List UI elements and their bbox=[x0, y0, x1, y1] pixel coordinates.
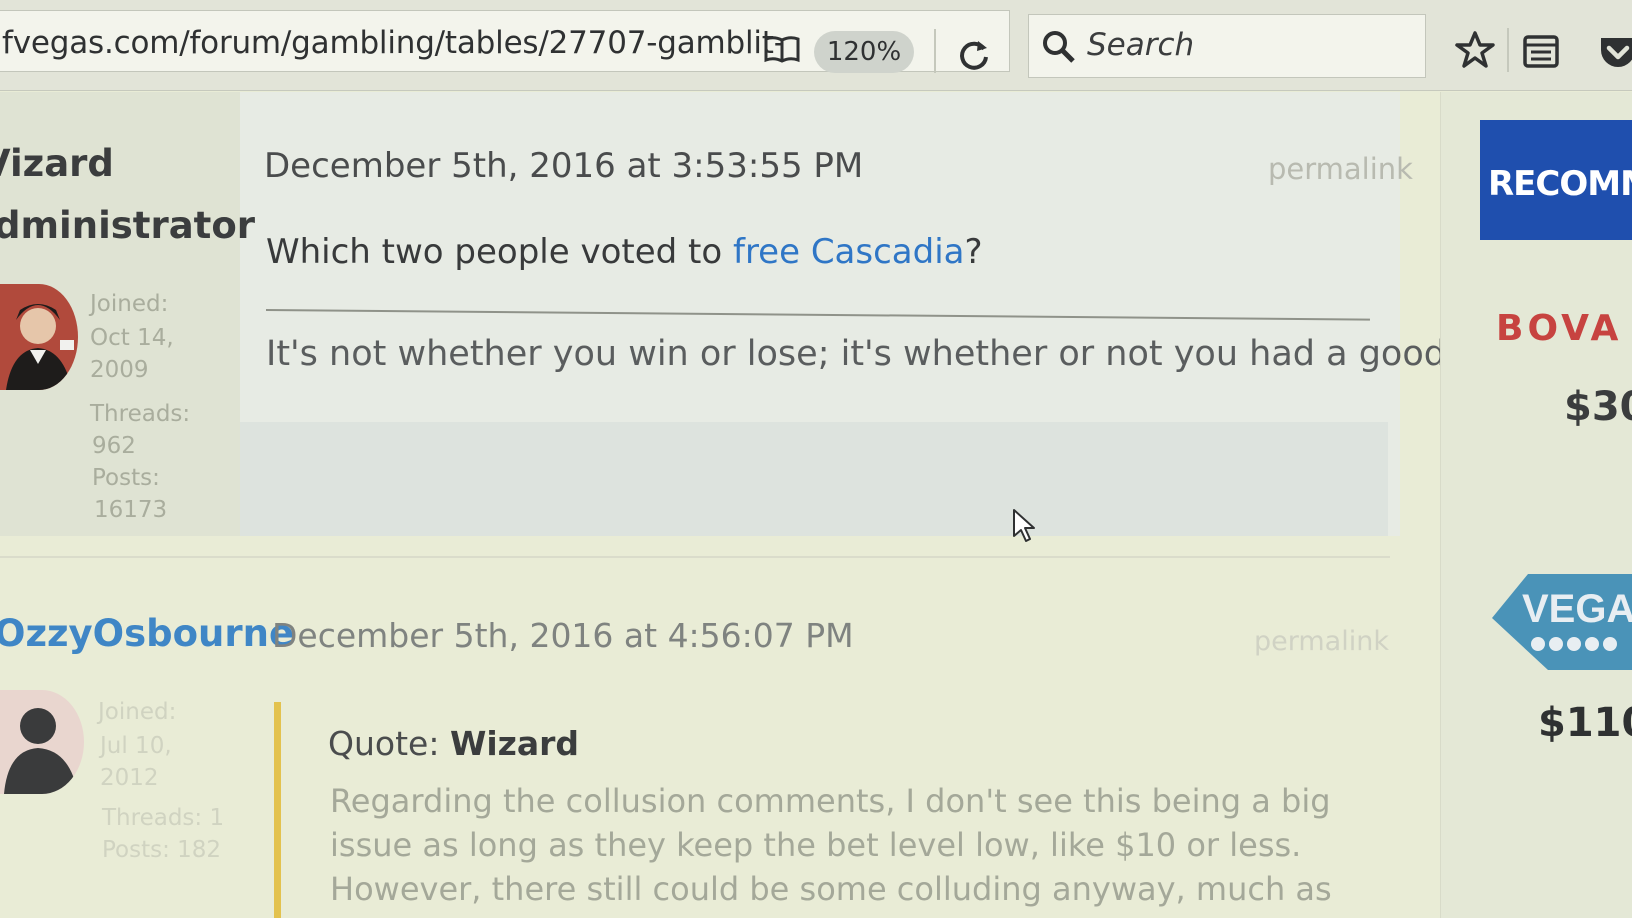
threads-count: 962 bbox=[92, 433, 136, 459]
posts-label: Posts: bbox=[92, 465, 160, 491]
avatar[interactable] bbox=[0, 690, 84, 794]
divider bbox=[1507, 28, 1509, 72]
zoom-level-badge[interactable]: 120% bbox=[814, 31, 914, 73]
post-divider bbox=[0, 556, 1390, 558]
browser-toolbar: fvegas.com/forum/gambling/tables/27707-g… bbox=[0, 0, 1632, 91]
bovada-logo[interactable]: BOVA bbox=[1496, 308, 1622, 349]
permalink[interactable]: permalink bbox=[1268, 152, 1413, 186]
threads-count: Threads: 1 bbox=[102, 805, 225, 831]
search-icon bbox=[1043, 31, 1075, 63]
message-text: ? bbox=[964, 232, 983, 272]
quote-label: Quote: bbox=[328, 724, 450, 763]
quote-author: Wizard bbox=[449, 724, 580, 763]
quote-line: Regarding the collusion comments, I don'… bbox=[330, 782, 1331, 820]
recommend-banner[interactable]: RECOMME bbox=[1480, 120, 1632, 240]
author-role: dministrator bbox=[0, 204, 256, 247]
search-placeholder: Search bbox=[1087, 27, 1195, 63]
joined-date: Oct 14, bbox=[90, 325, 174, 351]
search-input[interactable]: Search bbox=[1028, 14, 1426, 78]
reader-view-icon[interactable] bbox=[764, 35, 800, 63]
pocket-icon[interactable] bbox=[1598, 34, 1632, 72]
author-name[interactable]: OzzyOsbourne bbox=[0, 612, 294, 655]
signature-text: It's not whether you win or lose; it's w… bbox=[266, 334, 1526, 374]
post-signature-area bbox=[240, 422, 1388, 536]
joined-year: 2009 bbox=[90, 357, 149, 383]
mouse-cursor-icon bbox=[1013, 509, 1035, 542]
url-text[interactable]: fvegas.com/forum/gambling/tables/27707-g… bbox=[2, 25, 785, 61]
post-date: December 5th, 2016 at 3:53:55 PM bbox=[264, 146, 864, 186]
bookmark-star-icon[interactable] bbox=[1455, 30, 1495, 70]
joined-date: Jul 10, bbox=[100, 733, 172, 759]
post-message: Which two people voted to free Cascadia? bbox=[266, 232, 983, 272]
message-text: Which two people voted to bbox=[266, 232, 733, 272]
quote-header: Quote: Wizard bbox=[328, 724, 579, 763]
recommend-label: RECOMME bbox=[1488, 164, 1632, 204]
author-name[interactable]: Vizard bbox=[0, 142, 114, 185]
vegas-casino-logo[interactable]: VEGA bbox=[1488, 566, 1632, 670]
joined-label: Joined: bbox=[98, 699, 177, 725]
reading-list-icon[interactable] bbox=[1522, 32, 1560, 70]
permalink[interactable]: permalink bbox=[1254, 626, 1389, 657]
threads-label: Threads: bbox=[90, 401, 191, 427]
quote-line: However, there still could be some collu… bbox=[330, 870, 1332, 908]
posts-count: Posts: 182 bbox=[102, 837, 222, 863]
quote-bar bbox=[274, 702, 281, 918]
joined-year: 2012 bbox=[100, 765, 159, 791]
free-cascadia-link[interactable]: free Cascadia bbox=[733, 232, 965, 272]
reload-icon[interactable] bbox=[956, 37, 992, 73]
joined-label: Joined: bbox=[90, 291, 169, 317]
bonus-amount[interactable]: $110 bbox=[1538, 700, 1632, 746]
post-date: December 5th, 2016 at 4:56:07 PM bbox=[272, 616, 854, 655]
posts-count: 16173 bbox=[94, 497, 168, 523]
vegas-logo-text: VEGA bbox=[1522, 587, 1632, 631]
avatar[interactable] bbox=[0, 284, 78, 390]
divider bbox=[934, 29, 936, 73]
quote-line: issue as long as they keep the bet level… bbox=[330, 826, 1302, 864]
address-bar[interactable]: fvegas.com/forum/gambling/tables/27707-g… bbox=[0, 10, 1010, 73]
bonus-amount[interactable]: $30 bbox=[1564, 384, 1632, 430]
